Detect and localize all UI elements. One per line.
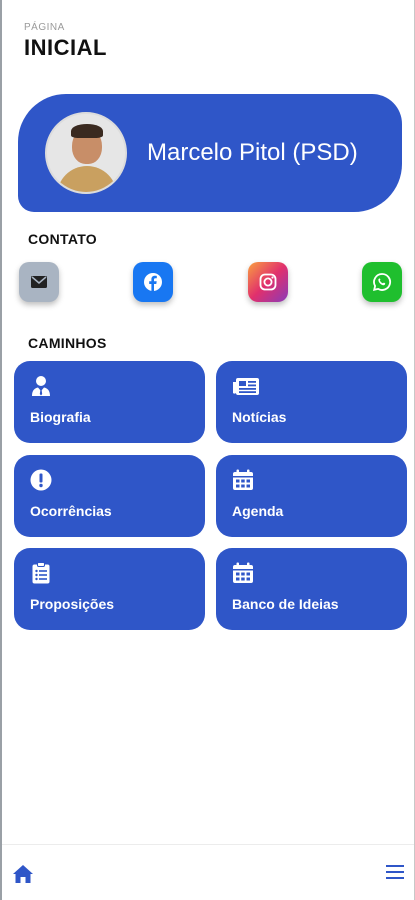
- card-label: Proposições: [30, 596, 115, 612]
- page-header: PÁGINA INICIAL: [24, 22, 107, 61]
- calendar-icon: [233, 469, 253, 490]
- user-tie-icon: [32, 376, 50, 396]
- hamburger-menu-icon[interactable]: [386, 865, 404, 881]
- card-ocorrencias[interactable]: Ocorrências: [14, 455, 205, 537]
- facebook-icon: [144, 273, 162, 291]
- newspaper-icon: [233, 378, 259, 395]
- instagram-icon: [259, 273, 277, 291]
- card-banco-de-ideias[interactable]: Banco de Ideias: [216, 548, 407, 630]
- page-title: INICIAL: [24, 35, 107, 60]
- bottom-nav-bar: [2, 844, 414, 900]
- card-label: Biografia: [30, 409, 91, 425]
- avatar: [45, 112, 127, 194]
- card-label: Agenda: [232, 503, 284, 519]
- home-icon[interactable]: [12, 863, 34, 885]
- card-proposicoes[interactable]: Proposições: [14, 548, 205, 630]
- facebook-button[interactable]: [133, 262, 173, 302]
- profile-card: Marcelo Pitol (PSD): [18, 94, 402, 212]
- card-agenda[interactable]: Agenda: [216, 455, 407, 537]
- whatsapp-button[interactable]: [362, 262, 402, 302]
- clipboard-list-icon: [32, 562, 50, 584]
- profile-name: Marcelo Pitol (PSD): [147, 139, 358, 166]
- mail-icon: [31, 276, 47, 288]
- instagram-button[interactable]: [248, 262, 288, 302]
- card-label: Banco de Ideias: [232, 596, 339, 612]
- card-biografia[interactable]: Biografia: [14, 361, 205, 443]
- page-subtitle: PÁGINA: [24, 22, 65, 33]
- calendar-icon: [233, 562, 253, 583]
- email-button[interactable]: [19, 262, 59, 302]
- whatsapp-icon: [372, 273, 391, 292]
- card-noticias[interactable]: Notícias: [216, 361, 407, 443]
- card-label: Ocorrências: [30, 503, 112, 519]
- contact-section-title: CONTATO: [28, 231, 97, 247]
- paths-section-title: CAMINHOS: [28, 335, 107, 351]
- alert-circle-icon: [30, 469, 52, 491]
- card-label: Notícias: [232, 409, 287, 425]
